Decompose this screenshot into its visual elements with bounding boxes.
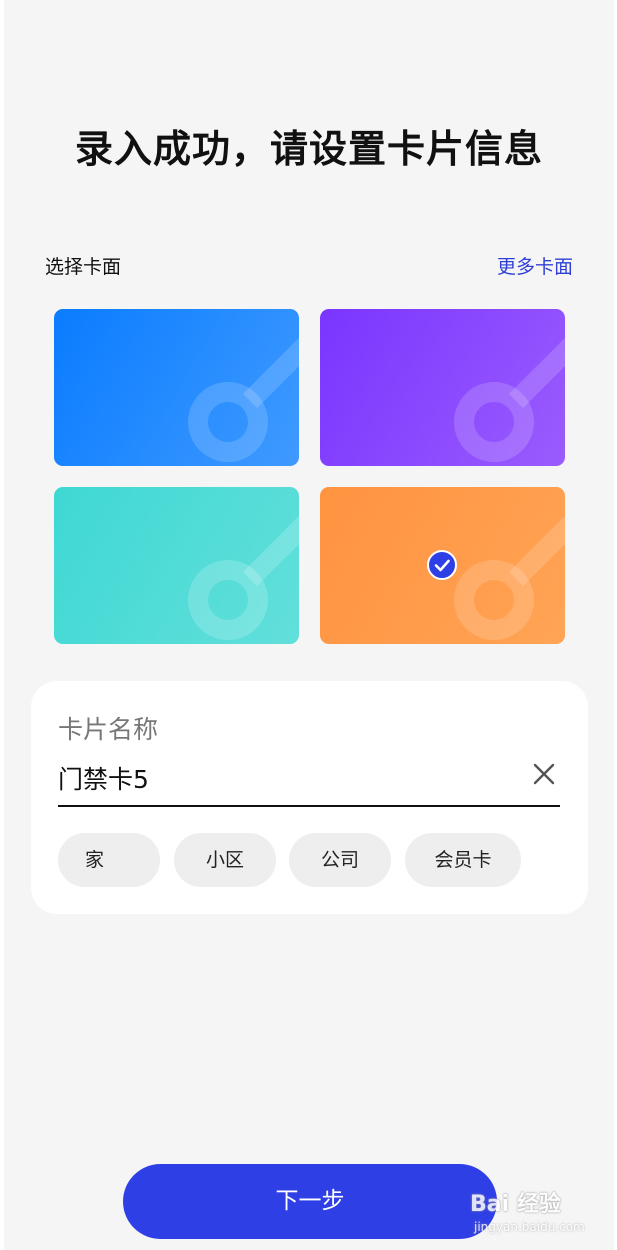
suggestion-chip-home[interactable]: 家 [58, 833, 160, 887]
card-face-teal[interactable] [54, 487, 299, 644]
suggestion-chip-community[interactable]: 小区 [174, 833, 276, 887]
page-title: 录入成功，请设置卡片信息 [74, 127, 543, 171]
next-step-button[interactable]: 下一步 [123, 1164, 497, 1239]
key-icon [454, 337, 565, 462]
input-underline [58, 805, 560, 807]
card-face-blue[interactable] [54, 309, 299, 466]
key-icon [188, 337, 299, 462]
card-face-purple[interactable] [320, 309, 565, 466]
suggestion-chip-membership[interactable]: 会员卡 [405, 833, 521, 887]
close-icon[interactable] [531, 761, 557, 787]
card-face-orange[interactable] [320, 487, 565, 644]
suggestion-chip-company[interactable]: 公司 [289, 833, 391, 887]
card-name-panel: 卡片名称 家 小区 公司 会员卡 [31, 681, 588, 914]
watermark: Bai 经验 jingyan.baidu.com [470, 1180, 590, 1242]
more-card-faces-link[interactable]: 更多卡面 [497, 252, 573, 279]
card-name-input[interactable] [58, 759, 498, 797]
screen: 录入成功，请设置卡片信息 选择卡面 更多卡面 卡片名称 门禁卡5 家 小区 公司… [4, 0, 614, 1250]
key-icon [188, 515, 299, 640]
card-name-label: 卡片名称 [58, 715, 159, 744]
watermark-url: jingyan.baidu.com [474, 1220, 585, 1234]
checkmark-circle-icon [427, 550, 457, 580]
card-face-label: 选择卡面 [45, 256, 122, 278]
watermark-brand: Bai 经验 [470, 1192, 561, 1217]
